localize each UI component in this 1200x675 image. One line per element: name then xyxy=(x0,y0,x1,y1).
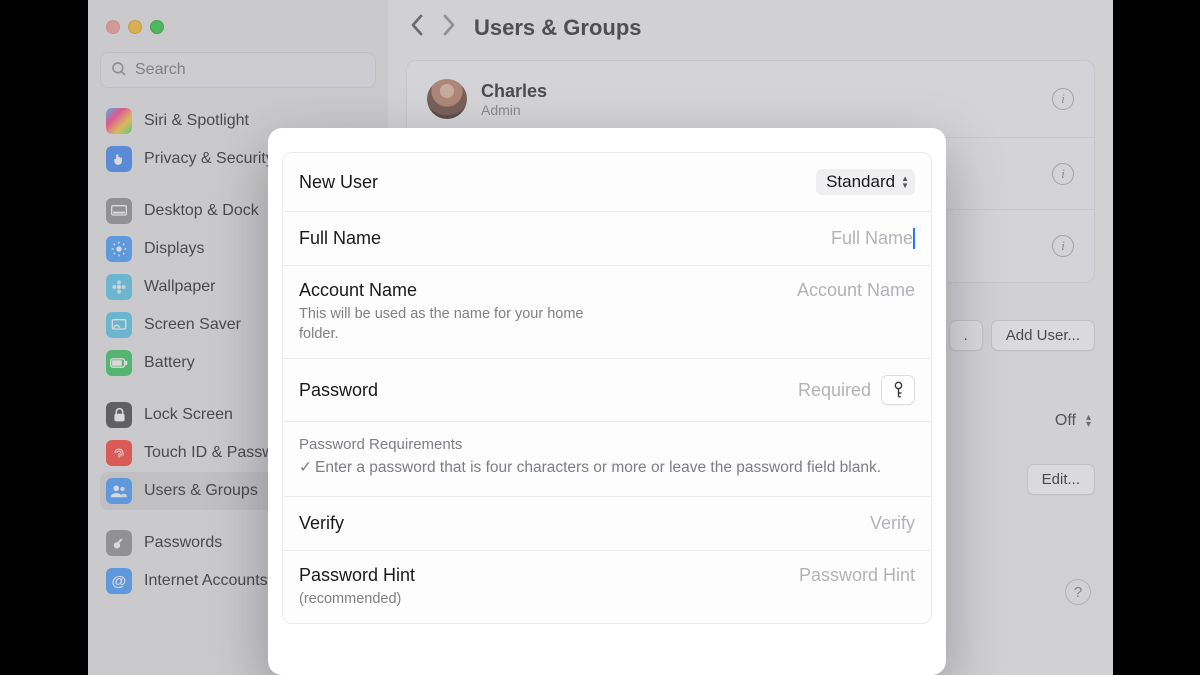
account-name-input[interactable] xyxy=(683,280,915,301)
verify-input[interactable] xyxy=(683,513,915,534)
hint-label: Password Hint xyxy=(299,565,415,586)
new-user-type-row: New User Standard ▲▼ xyxy=(283,153,931,212)
full-name-row: Full Name xyxy=(283,212,931,266)
verify-row: Verify xyxy=(283,497,931,551)
password-input[interactable] xyxy=(639,380,871,401)
password-requirements: Password Requirements ✓Enter a password … xyxy=(283,422,931,496)
new-user-dialog: New User Standard ▲▼ Full Name Account N… xyxy=(268,128,946,675)
account-name-row: Account Name This will be used as the na… xyxy=(283,266,931,359)
user-type-value: Standard xyxy=(826,172,895,192)
user-type-select[interactable]: Standard ▲▼ xyxy=(816,169,915,195)
requirements-text: ✓Enter a password that is four character… xyxy=(299,457,915,479)
checkmark-icon: ✓ xyxy=(299,457,315,479)
hint-input[interactable] xyxy=(683,565,915,586)
hint-row: Password Hint (recommended) xyxy=(283,551,931,624)
hint-sub: (recommended) xyxy=(299,590,415,610)
key-icon xyxy=(891,381,906,399)
account-name-label: Account Name xyxy=(299,280,609,301)
requirements-title: Password Requirements xyxy=(299,436,915,453)
verify-label: Verify xyxy=(299,513,344,534)
chevron-updown-icon: ▲▼ xyxy=(901,175,909,189)
new-user-label: New User xyxy=(299,172,378,193)
password-label: Password xyxy=(299,380,378,401)
password-assistant-button[interactable] xyxy=(881,375,915,405)
account-name-hint: This will be used as the name for your h… xyxy=(299,305,609,344)
full-name-input[interactable] xyxy=(681,228,915,249)
password-row: Password xyxy=(283,359,931,422)
full-name-label: Full Name xyxy=(299,228,381,249)
new-user-form: New User Standard ▲▼ Full Name Account N… xyxy=(282,152,932,624)
